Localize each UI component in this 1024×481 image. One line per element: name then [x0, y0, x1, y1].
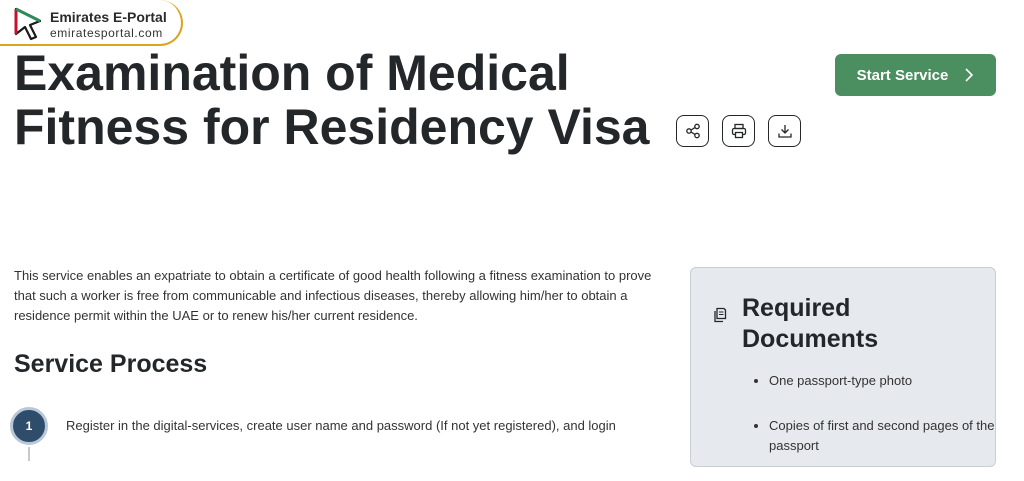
page-title: Examination of Medical Fitness for Resid…	[14, 45, 650, 155]
share-button[interactable]	[676, 115, 709, 147]
list-item: Copies of first and second pages of the …	[769, 416, 997, 456]
start-service-button[interactable]: Start Service	[835, 54, 996, 96]
service-process-title: Service Process	[14, 350, 208, 378]
required-documents-title: Required Documents	[742, 294, 879, 353]
required-documents-panel: Required Documents One passport-type pho…	[690, 267, 996, 467]
print-icon	[731, 123, 746, 139]
step-text: Register in the digital-services, create…	[66, 418, 616, 433]
start-service-label: Start Service	[856, 66, 949, 84]
site-logo[interactable]: Emirates E-Portal emiratesportal.com	[0, 0, 183, 46]
download-icon	[777, 125, 792, 138]
step-number: 1	[10, 407, 48, 445]
documents-icon	[714, 307, 727, 323]
cursor-arrow-icon	[14, 7, 42, 41]
logo-url: emiratesportal.com	[50, 26, 163, 40]
download-button[interactable]	[768, 115, 801, 147]
share-icon	[685, 123, 700, 139]
chevron-right-icon	[965, 68, 974, 82]
required-documents-list: One passport-type photo Copies of first …	[741, 371, 997, 481]
step-connector	[28, 447, 30, 461]
service-description: This service enables an expatriate to ob…	[14, 268, 652, 323]
logo-name: Emirates E-Portal	[50, 9, 167, 25]
list-item: One passport-type photo	[769, 371, 997, 391]
print-button[interactable]	[722, 115, 755, 147]
